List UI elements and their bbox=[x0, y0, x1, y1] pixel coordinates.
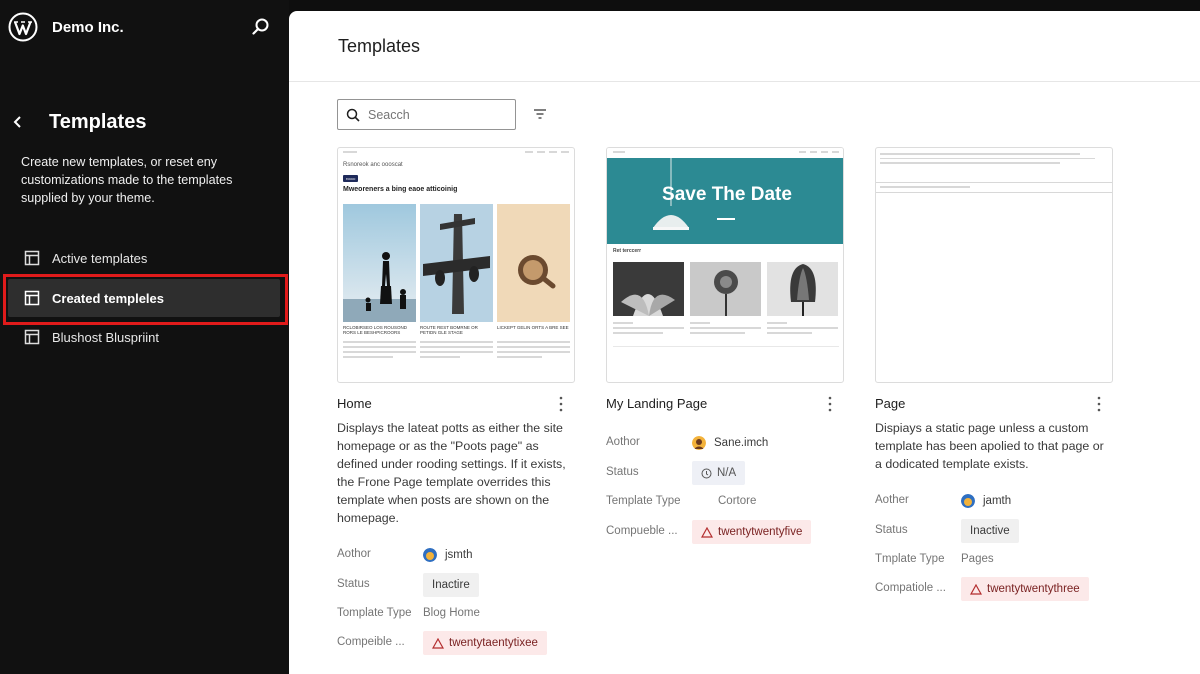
main-panel: Templates Rsnoreok anc oooscat rcccc Mwe… bbox=[289, 11, 1200, 674]
wordpress-logo-icon[interactable] bbox=[8, 12, 38, 42]
search-input[interactable] bbox=[368, 107, 498, 122]
preview-header: Rsnoreok anc oooscat bbox=[343, 162, 403, 168]
search-icon[interactable] bbox=[251, 17, 271, 37]
more-vertical-icon[interactable] bbox=[824, 395, 836, 413]
preview-text-block bbox=[767, 322, 838, 337]
preview-photo-lily bbox=[613, 262, 684, 316]
author-label: Aother bbox=[875, 494, 909, 506]
preview-section-title: Ret terccerr bbox=[613, 248, 642, 254]
preview-photo-protea bbox=[767, 262, 838, 316]
template-preview[interactable]: Save The Date Ret terccerr bbox=[606, 147, 844, 383]
compat-badge: twentytaentytixee bbox=[423, 631, 547, 655]
preview-text-block bbox=[880, 186, 970, 191]
sidebar-item-bluehost-blueprint[interactable]: Blushost Bluspriint bbox=[8, 318, 280, 356]
author-value: Sane.imch bbox=[692, 431, 768, 455]
author-label: Aothor bbox=[337, 548, 371, 560]
compat-label: Compeible ... bbox=[337, 636, 405, 648]
warning-icon bbox=[970, 583, 982, 595]
page-title: Templates bbox=[338, 36, 421, 56]
sidebar-title: Templates bbox=[49, 110, 147, 133]
card-description: Dispiays a static page unless a custom t… bbox=[875, 421, 1104, 471]
site-brand[interactable]: Demo Inc. bbox=[8, 11, 124, 43]
avatar bbox=[961, 494, 975, 508]
status-badge: N/A bbox=[692, 461, 746, 485]
preview-photo-flower bbox=[690, 262, 761, 316]
compat-badge: twentytwentythree bbox=[961, 577, 1089, 601]
layout-icon bbox=[24, 290, 40, 306]
sidebar-header: Templates bbox=[12, 108, 146, 136]
sidebar-item-label: Blushost Bluspriint bbox=[52, 329, 159, 345]
warning-icon bbox=[701, 526, 713, 538]
preview-text-block bbox=[420, 341, 493, 361]
preview-text-block bbox=[497, 341, 570, 361]
compat-label: Compueble ... bbox=[606, 525, 678, 537]
preview-nav bbox=[343, 151, 569, 155]
compat-label: Compatiole ... bbox=[875, 582, 946, 594]
preview-photo-coffee bbox=[497, 204, 570, 322]
layout-icon bbox=[24, 329, 40, 345]
preview-text-block bbox=[690, 322, 761, 337]
chevron-left-icon bbox=[13, 116, 21, 128]
avatar bbox=[692, 436, 706, 450]
sidebar-item-active-templates[interactable]: Active templates bbox=[8, 239, 280, 277]
preview-caption: LICKEPT GELIN ORTS A BRE SEE bbox=[497, 325, 569, 330]
preview-text-block bbox=[880, 153, 1108, 167]
type-value: Cortore bbox=[718, 495, 757, 507]
status-badge: Inactire bbox=[423, 573, 479, 597]
preview-photo-beach bbox=[343, 204, 416, 322]
sidebar: Demo Inc. Templates Create new templates… bbox=[0, 0, 289, 674]
card-description: Displays the lateat potts as either the … bbox=[337, 421, 566, 525]
template-preview[interactable]: Rsnoreok anc oooscat rcccc Mweoreners a … bbox=[337, 147, 575, 383]
preview-headline: Mweoreners a bing eaoe atticoinig bbox=[343, 186, 458, 193]
search-icon bbox=[346, 108, 360, 122]
sidebar-description: Create new templates, or reset eny custo… bbox=[21, 155, 233, 205]
sidebar-item-label: Created templeles bbox=[52, 290, 164, 306]
template-preview[interactable] bbox=[875, 147, 1113, 383]
author-value: jamth bbox=[961, 489, 1011, 513]
site-name[interactable]: Demo Inc. bbox=[52, 19, 124, 36]
preview-hero-rule bbox=[717, 218, 735, 220]
status-label: Status bbox=[606, 466, 639, 478]
card-title[interactable]: My Landing Page bbox=[606, 396, 707, 411]
type-label: Tomplate Type bbox=[337, 607, 412, 619]
card-title[interactable]: Page bbox=[875, 396, 905, 411]
type-value: Blog Home bbox=[423, 607, 480, 619]
warning-icon bbox=[432, 637, 444, 649]
preview-hero-text: Save The Date bbox=[662, 184, 792, 205]
preview-divider bbox=[876, 182, 1112, 183]
preview-nav bbox=[607, 148, 843, 158]
info-icon bbox=[701, 468, 712, 478]
author-value: jsmth bbox=[423, 543, 472, 567]
preview-caption: ROUTE REST BOMRNE OR PETIDN GLE STAGE bbox=[420, 325, 478, 335]
type-value: Pages bbox=[961, 553, 994, 565]
preview-divider bbox=[613, 346, 839, 347]
filter-icon[interactable] bbox=[532, 106, 548, 122]
compat-badge: twentytwentyfive bbox=[692, 520, 812, 544]
preview-divider bbox=[876, 192, 1112, 193]
preview-caption: RCLOBIRSEO LOS ROUSOND RORS LE BESHPICRO… bbox=[343, 325, 408, 335]
status-badge: Inactive bbox=[961, 519, 1019, 543]
type-label: Tmplate Type bbox=[875, 553, 945, 565]
status-label: Status bbox=[875, 524, 908, 536]
avatar bbox=[423, 548, 437, 562]
preview-badge: rcccc bbox=[343, 175, 359, 182]
status-label: Status bbox=[337, 578, 370, 590]
author-label: Aothor bbox=[606, 436, 640, 448]
preview-hero: Save The Date bbox=[607, 158, 843, 244]
sidebar-item-label: Active templates bbox=[52, 250, 148, 266]
preview-photo-airplane bbox=[420, 204, 493, 322]
more-vertical-icon[interactable] bbox=[1093, 395, 1105, 413]
more-vertical-icon[interactable] bbox=[555, 395, 567, 413]
sidebar-item-created-templates[interactable]: Created templeles bbox=[8, 279, 280, 317]
search-field[interactable] bbox=[337, 99, 516, 130]
type-label: Template Type bbox=[606, 495, 681, 507]
preview-text-block bbox=[343, 341, 416, 361]
main-header: Templates bbox=[289, 11, 1200, 82]
card-title[interactable]: Home bbox=[337, 396, 372, 411]
layout-icon bbox=[24, 250, 40, 266]
back-button[interactable] bbox=[12, 108, 30, 136]
preview-text-block bbox=[613, 322, 684, 337]
